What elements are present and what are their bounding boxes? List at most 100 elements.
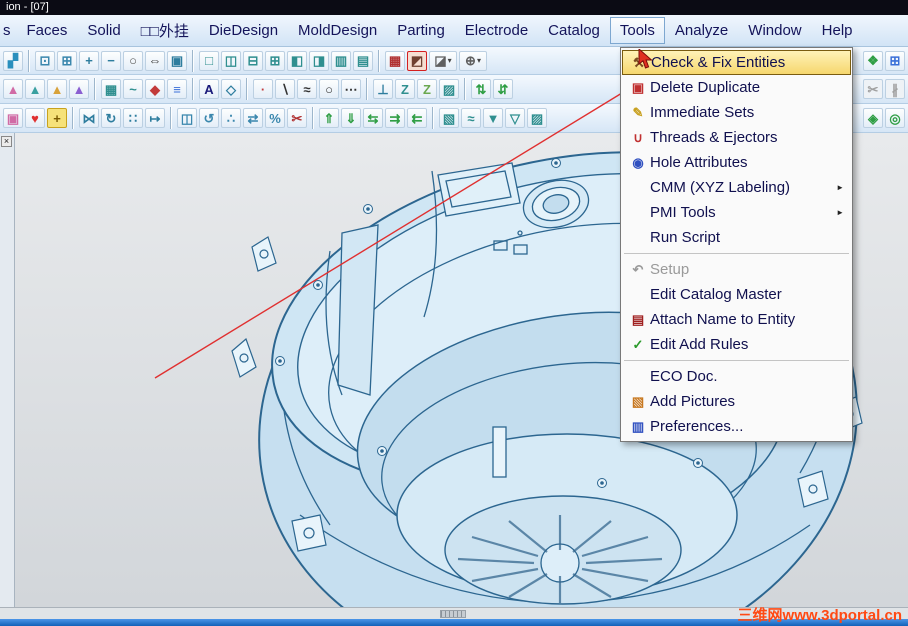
menu-item-label: Analyze [674,22,729,39]
analysis-icon[interactable]: ◆ [145,79,165,99]
magnifier-icon[interactable]: ○ [123,50,143,71]
align-left-icon[interactable]: ⇇ [407,108,427,128]
scale-icon[interactable]: % [265,108,285,128]
window-left-icon[interactable]: ◧ [287,50,307,71]
menu-item-solid[interactable]: Solid [77,17,130,44]
surface-mesh-icon[interactable]: ▦ [101,79,121,99]
menu-pmi-tools[interactable]: PMI Tools [622,200,851,225]
material-display-icon[interactable]: ❖ [863,50,883,71]
panel-close-button[interactable]: × [1,136,12,147]
points-tool-icon[interactable]: ⋯ [341,79,361,99]
wireframe-toggle-icon[interactable]: ◩ [407,50,427,71]
project-up-icon[interactable]: ▽ [505,108,525,128]
sketch-plane-icon[interactable]: ◇ [221,79,241,99]
clipboard-icon[interactable]: ▣ [3,108,23,128]
spline-tool-icon[interactable]: ≈ [297,79,317,99]
menu-preferences[interactable]: ▥ Preferences... [622,414,851,439]
zoom-out-icon[interactable]: − [101,50,121,71]
filter-curves-icon[interactable]: ▲ [47,79,67,99]
cut-entity-icon[interactable]: ✂ [287,108,307,128]
menu-item-parting[interactable]: Parting [387,17,455,44]
swap-uv-icon[interactable]: ⇆ [363,108,383,128]
menu-item-label: Window [748,22,802,39]
rotate-copy-icon[interactable]: ↺ [199,108,219,128]
menu-attach-name-to-entity[interactable]: ▤ Attach Name to Entity [622,307,851,332]
curve-tool-icon[interactable]: ~ [123,79,143,99]
section-hatch-icon[interactable]: ▨ [439,79,459,99]
line-tool-icon[interactable]: ∖ [275,79,295,99]
menu-add-pictures[interactable]: ▧ Add Pictures [622,389,851,414]
menu-item-diedesign[interactable]: DieDesign [199,17,288,44]
zoom-window-icon[interactable]: ⊞ [57,50,77,71]
shade-mode-icon[interactable]: ◪ [429,50,457,71]
view-orientation-icon[interactable]: ⊕ [459,50,487,71]
measure-icon[interactable]: ≡ [167,79,187,99]
text-tool-icon[interactable]: A [199,79,219,99]
window-split-horizontal-icon[interactable]: ⊟ [243,50,263,71]
flow-direction-icon[interactable]: ⇵ [493,79,513,99]
flip-down-icon[interactable]: ⇓ [341,108,361,128]
filter-faces-icon[interactable]: ▲ [25,79,45,99]
menu-edit-add-rules[interactable]: ✓ Edit Add Rules [622,332,851,357]
add-favorite-icon[interactable]: + [47,108,67,128]
zoom-in-icon[interactable]: + [79,50,99,71]
attribute-table-icon[interactable]: ⊞ [885,50,905,71]
window-single-icon[interactable]: □ [199,50,219,71]
spin-view-icon[interactable]: ◎ [885,108,905,128]
mirror-copy-icon[interactable]: ◫ [177,108,197,128]
uv-swap-icon[interactable]: ⇅ [471,79,491,99]
scrollbar-grip[interactable] [440,610,466,618]
menu-cmm-xyz-labeling[interactable]: CMM (XYZ Labeling) [622,175,851,200]
menu-threads-ejectors[interactable]: ∪ Threads & Ejectors [622,125,851,150]
menu-item-help[interactable]: Help [812,17,863,44]
window-right-icon[interactable]: ◨ [309,50,329,71]
menu-item-faces[interactable]: Faces [17,17,78,44]
menu-check-fix-entities[interactable]: ⚒ Check & Fix Entities [622,50,851,75]
menu-item-truncated[interactable]: s [1,17,17,44]
pick-filter-icon[interactable]: ▲ [3,79,23,99]
menu-item-tools[interactable]: Tools [609,17,665,44]
menu-hole-attributes[interactable]: ◉ Hole Attributes [622,150,851,175]
pattern-icon[interactable]: ∷ [123,108,143,128]
point-tool-icon[interactable]: · [253,79,273,99]
extend-surface-icon[interactable]: ▧ [439,108,459,128]
zoom-fit-icon[interactable]: ▣ [167,50,187,71]
grab-view-icon[interactable]: ◈ [863,108,883,128]
menu-item-analyze[interactable]: Analyze [665,17,738,44]
window-quad-icon[interactable]: ⊞ [265,50,285,71]
offset-surface-icon[interactable]: ≈ [461,108,481,128]
menu-item-plugin[interactable]: □□外挂 [131,15,199,46]
menu-delete-duplicate[interactable]: ▣ Delete Duplicate [622,75,851,100]
mirror-icon[interactable]: ⋈ [79,108,99,128]
favorites-heart-icon[interactable]: ♥ [25,108,45,128]
move-icon[interactable]: ↦ [145,108,165,128]
z-down-icon[interactable]: Z [417,79,437,99]
pan-icon[interactable]: ⇔ [145,50,165,71]
ucs-icon[interactable]: ⊥ [373,79,393,99]
display-list-icon[interactable]: ▦ [385,50,405,71]
rotate-icon[interactable]: ↻ [101,108,121,128]
circle-tool-icon[interactable]: ○ [319,79,339,99]
filter-solids-icon[interactable]: ▲ [69,79,89,99]
select-window-icon[interactable]: ⊡ [35,50,55,71]
window-split-vertical-icon[interactable]: ◫ [221,50,241,71]
icon-glyph: ▲ [72,81,86,97]
array-icon[interactable]: ∴ [221,108,241,128]
menu-run-script[interactable]: Run Script [622,225,851,250]
view-toggle-icon[interactable]: ▞ [3,50,23,71]
menu-item-molddesign[interactable]: MoldDesign [288,17,387,44]
menu-item-catalog[interactable]: Catalog [538,17,610,44]
menu-item-window[interactable]: Window [738,17,811,44]
project-down-icon[interactable]: ▼ [483,108,503,128]
window-columns-icon[interactable]: ▥ [331,50,351,71]
swap-icon[interactable]: ⇄ [243,108,263,128]
window-rows-icon[interactable]: ▤ [353,50,373,71]
align-right-icon[interactable]: ⇉ [385,108,405,128]
flip-up-icon[interactable]: ⇑ [319,108,339,128]
menu-eco-doc[interactable]: ECO Doc. [622,364,851,389]
menu-immediate-sets[interactable]: ✎ Immediate Sets [622,100,851,125]
hatch-section-icon[interactable]: ▨ [527,108,547,128]
menu-item-electrode[interactable]: Electrode [455,17,538,44]
z-up-icon[interactable]: Z [395,79,415,99]
menu-edit-catalog-master[interactable]: Edit Catalog Master [622,282,851,307]
